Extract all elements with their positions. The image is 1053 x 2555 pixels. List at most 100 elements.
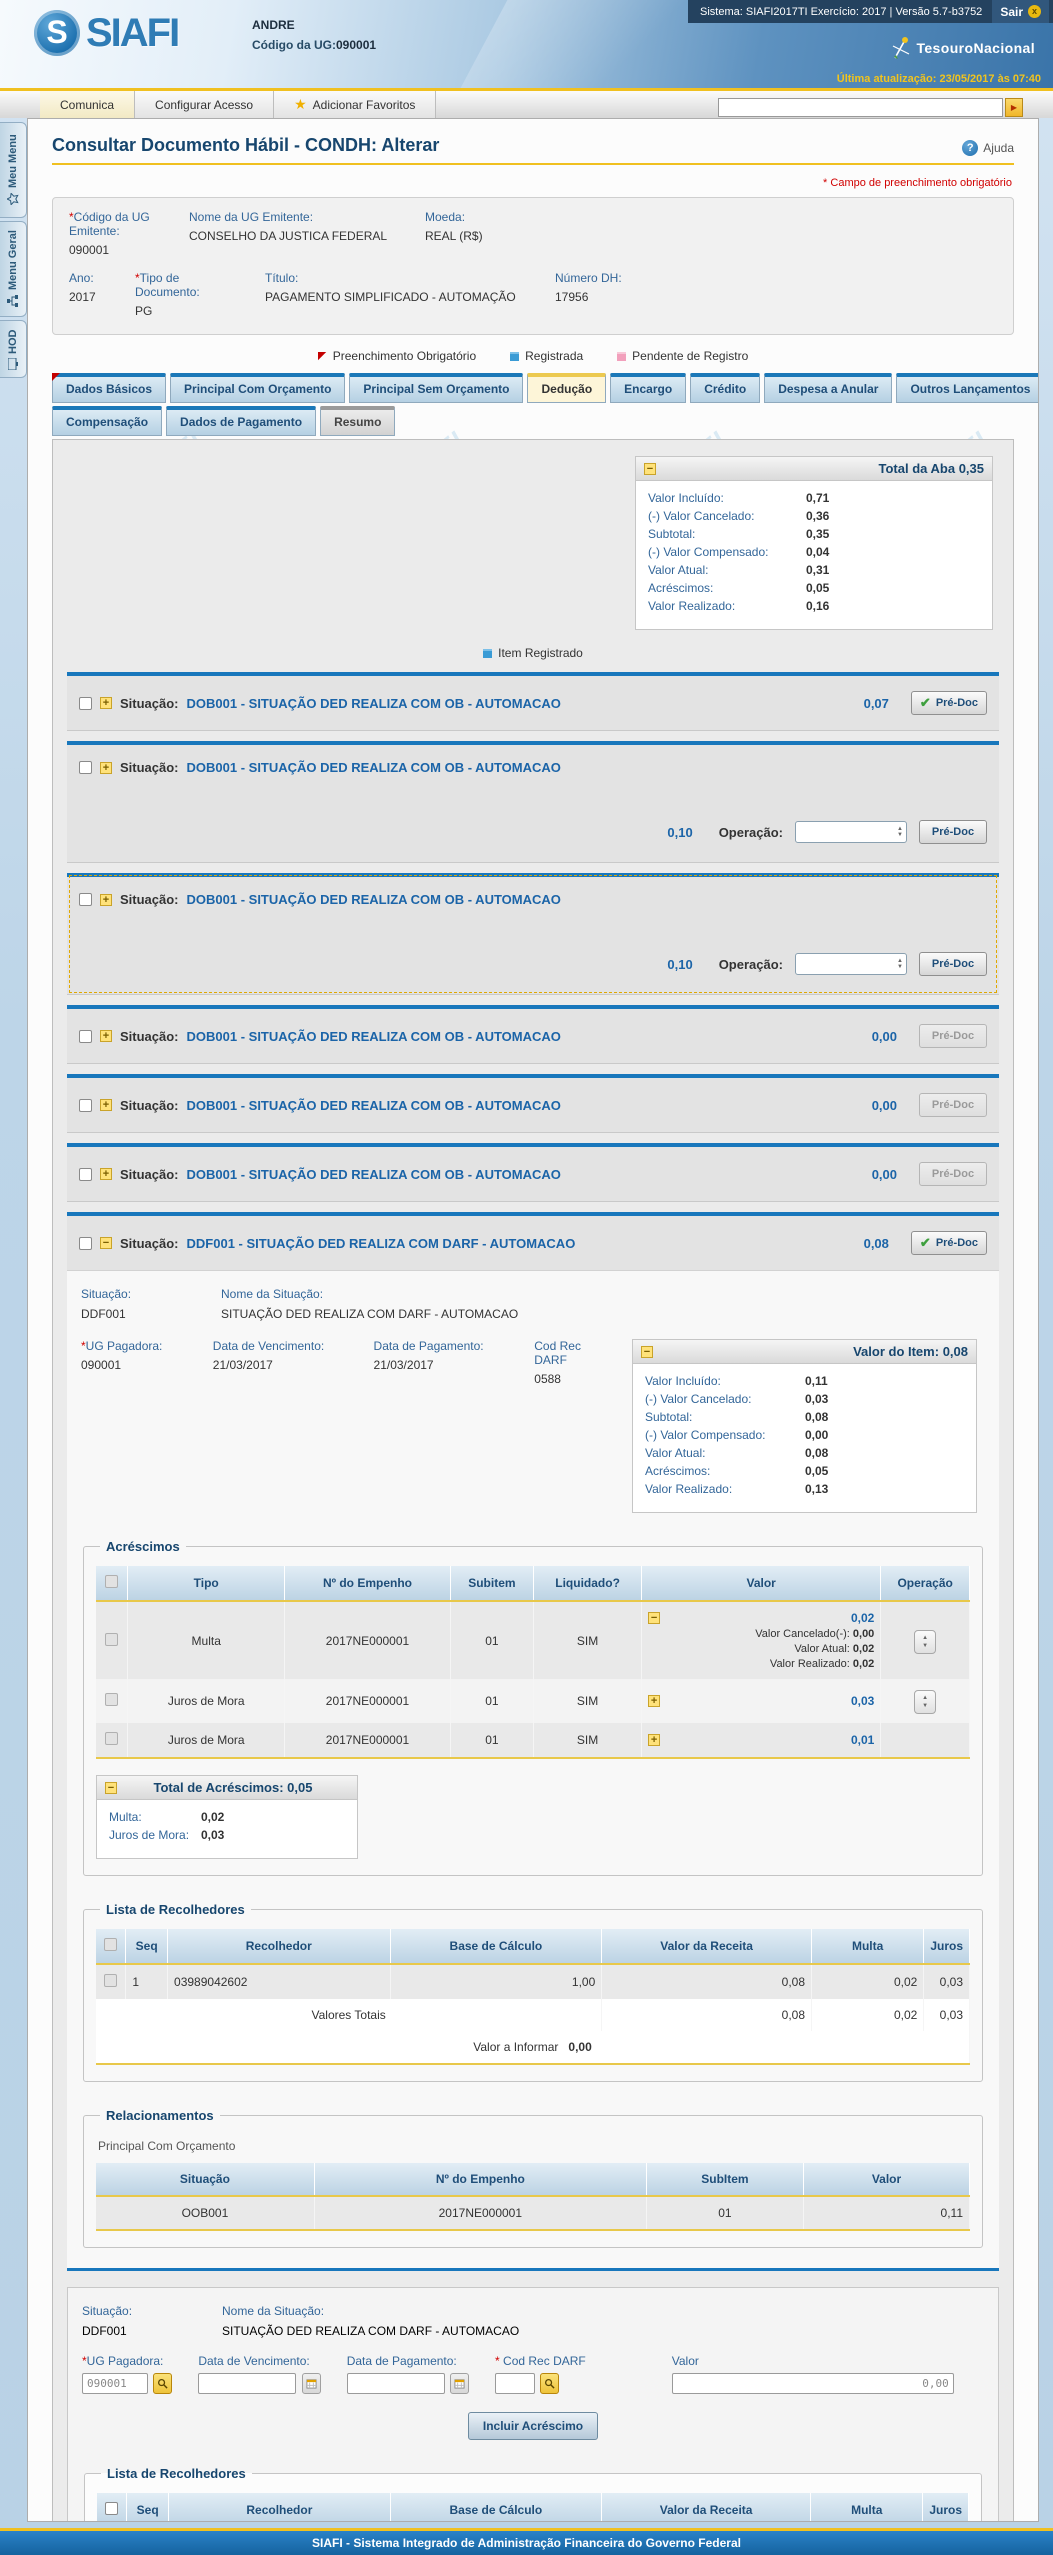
- operacao-select[interactable]: ▲▼: [795, 953, 907, 975]
- field-data-pagamento: Data de Pagamento: 21/03/2017: [374, 1339, 517, 1386]
- tab-resumo[interactable]: Resumo: [320, 406, 395, 436]
- table-row: Multa 2017NE000001 01 SIM −0,02 Valor Ca…: [96, 1601, 970, 1679]
- reorder-spinner[interactable]: ▲▼: [914, 1690, 936, 1714]
- data-vencimento-input[interactable]: [198, 2373, 296, 2394]
- tab-deducao[interactable]: Dedução: [527, 373, 606, 403]
- favorite-star-icon: ★: [294, 96, 307, 113]
- ug-pagadora-input[interactable]: [82, 2373, 148, 2394]
- tab-despesa-a-anular[interactable]: Despesa a Anular: [764, 373, 892, 403]
- incluir-acrescimo-button[interactable]: Incluir Acréscimo: [468, 2412, 598, 2440]
- tab-encargo[interactable]: Encargo: [610, 373, 686, 403]
- field-cod-rec-darf: Cod Rec DARF 0588: [534, 1339, 614, 1386]
- field-tipo-documento: *Tipo de Documento: PG: [135, 271, 247, 318]
- row-checkbox[interactable]: [105, 1693, 118, 1706]
- logout-button[interactable]: Sairx: [992, 0, 1049, 23]
- collapse-icon[interactable]: −: [100, 1237, 112, 1249]
- help-link[interactable]: ? Ajuda: [962, 140, 1014, 156]
- row-checkbox[interactable]: [79, 697, 92, 710]
- situacao-link[interactable]: DOB001 - SITUAÇÃO DED REALIZA COM OB - A…: [187, 760, 561, 775]
- situacao-row-expanded: − Situação: DDF001 - SITUAÇÃO DED REALIZ…: [67, 1212, 999, 2271]
- terminal-icon: [8, 358, 18, 370]
- situacao-link[interactable]: DOB001 - SITUAÇÃO DED REALIZA COM OB - A…: [187, 696, 561, 711]
- expand-icon[interactable]: +: [100, 1030, 112, 1042]
- row-checkbox[interactable]: [79, 893, 92, 906]
- row-checkbox[interactable]: [79, 1237, 92, 1250]
- main-panel: SIAFISIAFISIAFISIAFISIAFISIAFISIAFISIAFI…: [27, 118, 1039, 2522]
- valor-input[interactable]: [672, 2373, 954, 2394]
- situacao-link[interactable]: DOB001 - SITUAÇÃO DED REALIZA COM OB - A…: [187, 1029, 561, 1044]
- collapse-icon[interactable]: −: [648, 1612, 660, 1624]
- tab-principal-sem-orcamento[interactable]: Principal Sem Orçamento: [349, 373, 523, 403]
- calendar-icon[interactable]: [450, 2373, 469, 2394]
- logout-icon: x: [1028, 5, 1041, 18]
- cod-rec-darf-input[interactable]: [495, 2373, 535, 2394]
- page-title: Consultar Documento Hábil - CONDH: Alter…: [52, 135, 439, 156]
- predoc-button[interactable]: ✔Pré-Doc: [911, 1231, 987, 1255]
- situacao-value: 0,10: [667, 957, 692, 972]
- tab-compensacao[interactable]: Compensação: [52, 406, 162, 436]
- situacao-link[interactable]: DOB001 - SITUAÇÃO DED REALIZA COM OB - A…: [187, 1167, 561, 1182]
- menu-bar: Comunica Configurar Acesso ★Adicionar Fa…: [0, 88, 1053, 118]
- tab-dados-de-pagamento[interactable]: Dados de Pagamento: [166, 406, 316, 436]
- help-icon: ?: [962, 140, 978, 156]
- expand-icon[interactable]: +: [100, 697, 112, 709]
- expand-icon[interactable]: +: [648, 1695, 660, 1707]
- collapse-icon[interactable]: −: [641, 1346, 653, 1358]
- predoc-button[interactable]: Pré-Doc: [919, 952, 987, 976]
- situacao-link[interactable]: DOB001 - SITUAÇÃO DED REALIZA COM OB - A…: [187, 892, 561, 907]
- row-checkbox[interactable]: [79, 1168, 92, 1181]
- tab-credito[interactable]: Crédito: [690, 373, 760, 403]
- total-aba-panel: − Total da Aba 0,35 Valor Incluído:0,71 …: [635, 456, 993, 630]
- ug-value: 090001: [336, 38, 376, 52]
- select-all-checkbox[interactable]: [105, 1575, 118, 1588]
- row-checkbox[interactable]: [104, 1974, 117, 1987]
- sidebar-tab-menu-geral[interactable]: Menu Geral: [0, 221, 27, 317]
- required-note: * Campo de preenchimento obrigatório: [54, 177, 1012, 189]
- row-checkbox[interactable]: [105, 1732, 118, 1745]
- select-all-checkbox[interactable]: [104, 1938, 117, 1951]
- expand-icon[interactable]: +: [100, 894, 112, 906]
- situacao-value: 0,00: [872, 1029, 897, 1044]
- expand-icon[interactable]: +: [100, 1099, 112, 1111]
- operacao-select[interactable]: ▲▼: [795, 821, 907, 843]
- search-icon[interactable]: [153, 2373, 172, 2394]
- search-icon[interactable]: [540, 2373, 559, 2394]
- calendar-icon[interactable]: [302, 2373, 321, 2394]
- row-checkbox[interactable]: [79, 761, 92, 774]
- expand-icon[interactable]: +: [100, 1168, 112, 1180]
- expand-icon[interactable]: +: [100, 762, 112, 774]
- collapse-icon[interactable]: −: [105, 1782, 117, 1794]
- row-checkbox[interactable]: [105, 1633, 118, 1646]
- row-checkbox[interactable]: [79, 1099, 92, 1112]
- situacao-link[interactable]: DDF001 - SITUAÇÃO DED REALIZA COM DARF -…: [187, 1236, 576, 1251]
- sidebar-tab-hod[interactable]: HOD: [0, 320, 27, 378]
- data-pagamento-input[interactable]: [347, 2373, 445, 2394]
- select-all-checkbox[interactable]: [105, 2502, 118, 2515]
- tab-dados-basicos[interactable]: Dados Básicos: [52, 373, 166, 403]
- sidebar-tab-meu-menu[interactable]: Meu Menu: [0, 122, 27, 218]
- user-name: ANDRE: [252, 18, 376, 32]
- tab-outros-lancamentos[interactable]: Outros Lançamentos: [896, 373, 1039, 403]
- search-input[interactable]: [718, 98, 1003, 117]
- search-go-button[interactable]: ▶: [1005, 98, 1023, 117]
- menu-tab-comunica[interactable]: Comunica: [40, 91, 135, 118]
- situacao-link[interactable]: DOB001 - SITUAÇÃO DED REALIZA COM OB - A…: [187, 1098, 561, 1113]
- collapse-icon[interactable]: −: [644, 463, 656, 475]
- tab-content: − Total da Aba 0,35 Valor Incluído:0,71 …: [52, 439, 1014, 2522]
- menu-tab-configurar-acesso[interactable]: Configurar Acesso: [135, 91, 274, 118]
- expand-icon[interactable]: +: [648, 1734, 660, 1746]
- system-bar: Sistema: SIAFI2017TI Exercício: 2017 | V…: [688, 0, 1053, 23]
- ug-label: Código da UG:: [252, 38, 336, 52]
- row-checkbox[interactable]: [79, 1030, 92, 1043]
- predoc-button[interactable]: ✔Pré-Doc: [911, 691, 987, 715]
- situacao-value: 0,10: [667, 825, 692, 840]
- predoc-button[interactable]: Pré-Doc: [919, 820, 987, 844]
- menu-tab-adicionar-favoritos[interactable]: ★Adicionar Favoritos: [274, 91, 436, 118]
- reorder-spinner[interactable]: ▲▼: [914, 1630, 936, 1654]
- table-row: 1 03989042602 1,00 0,08 0,02 0,03: [96, 1964, 970, 1999]
- tab-principal-com-orcamento[interactable]: Principal Com Orçamento: [170, 373, 345, 403]
- brand-name: SIAFI: [86, 11, 178, 56]
- torch-icon: [891, 36, 911, 60]
- ddf-detail: Situação: Nome da Situação: DDF001 SITUA…: [67, 1270, 999, 2268]
- situacao-row: + Situação: DOB001 - SITUAÇÃO DED REALIZ…: [67, 1074, 999, 1133]
